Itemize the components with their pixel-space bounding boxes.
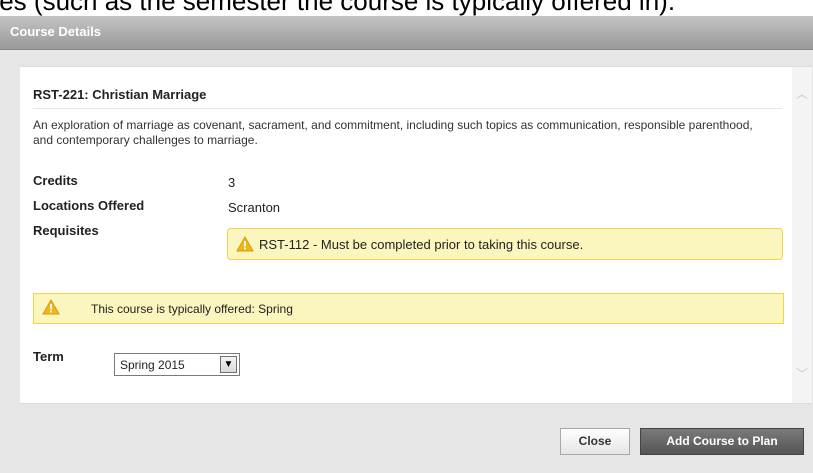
course-title: RST-221: Christian Marriage bbox=[33, 87, 207, 102]
close-button[interactable]: Close bbox=[560, 428, 630, 455]
warning-triangle-icon bbox=[236, 236, 254, 252]
chevron-down-icon[interactable]: ▼ bbox=[220, 356, 237, 373]
scroll-down-icon[interactable]: ﹀ bbox=[795, 367, 809, 381]
course-details-dialog: Course Details RST-221: Christian Marria… bbox=[0, 16, 813, 473]
requisite-notice: RST-112 - Must be completed prior to tak… bbox=[227, 228, 783, 260]
term-label: Term bbox=[33, 349, 64, 364]
add-course-to-plan-button[interactable]: Add Course to Plan bbox=[640, 428, 804, 455]
locations-label: Locations Offered bbox=[33, 198, 145, 213]
locations-value: Scranton bbox=[228, 200, 281, 215]
term-selected-value: Spring 2015 bbox=[120, 358, 185, 372]
title-divider bbox=[33, 108, 782, 109]
term-select[interactable]: Spring 2015 ▼ bbox=[114, 353, 240, 376]
course-description: An exploration of marriage as covenant, … bbox=[33, 118, 753, 147]
dialog-title: Course Details bbox=[10, 24, 102, 39]
dialog-titlebar[interactable]: Course Details bbox=[0, 16, 813, 50]
offered-text: This course is typically offered: Spring bbox=[91, 302, 293, 316]
credits-label: Credits bbox=[33, 173, 78, 188]
requisites-label: Requisites bbox=[33, 223, 99, 238]
scroll-up-icon[interactable]: ︿ bbox=[795, 87, 809, 101]
requisite-text: RST-112 - Must be completed prior to tak… bbox=[259, 237, 584, 252]
offered-notice: This course is typically offered: Spring bbox=[33, 293, 784, 324]
credits-value: 3 bbox=[228, 175, 236, 190]
panel-scrollbar[interactable]: ︿ ﹀ bbox=[792, 67, 812, 403]
warning-triangle-icon bbox=[42, 299, 60, 315]
course-details-panel: RST-221: Christian Marriage An explorati… bbox=[20, 66, 812, 404]
background-caption: tes (such as the semester the course is … bbox=[0, 0, 676, 16]
